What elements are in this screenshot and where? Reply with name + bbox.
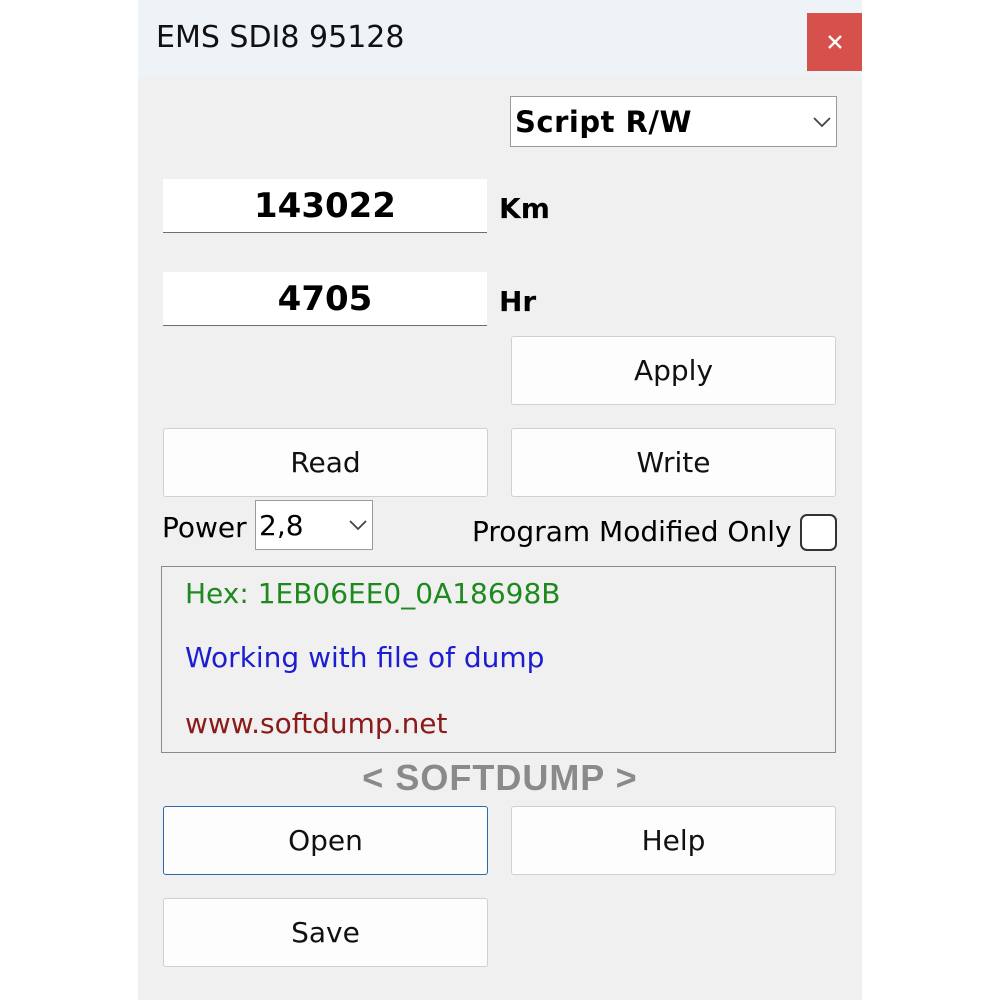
- close-button[interactable]: [807, 13, 862, 71]
- help-button[interactable]: Help: [511, 806, 836, 875]
- program-modified-only-checkbox[interactable]: [800, 514, 837, 551]
- brand-label: < SOFTDUMP >: [362, 757, 638, 798]
- power-label: Power: [162, 511, 247, 544]
- title-bar: EMS SDI8 95128: [138, 0, 862, 76]
- hr-field[interactable]: 4705: [163, 272, 487, 326]
- window-title: EMS SDI8 95128: [156, 20, 405, 55]
- power-select-value: 2,8: [259, 508, 304, 542]
- write-button[interactable]: Write: [511, 428, 836, 497]
- save-button[interactable]: Save: [163, 898, 488, 967]
- log-status-line: Working with file of dump: [185, 641, 545, 674]
- log-panel: Hex: 1EB06EE0_0A18698B Working with file…: [161, 566, 836, 753]
- km-unit-label: Km: [499, 192, 550, 225]
- log-website-line: www.softdump.net: [185, 707, 448, 740]
- km-field[interactable]: 143022: [163, 179, 487, 233]
- apply-button[interactable]: Apply: [511, 336, 836, 405]
- log-hex-line: Hex: 1EB06EE0_0A18698B: [185, 577, 561, 610]
- close-icon: [827, 35, 842, 49]
- program-modified-only-label: Program Modified Only: [472, 515, 792, 548]
- power-select[interactable]: 2,8: [255, 500, 373, 550]
- hr-unit-label: Hr: [499, 285, 537, 318]
- open-button[interactable]: Open: [163, 806, 488, 875]
- app-window: EMS SDI8 95128 Script R/W 143022 Km 4705…: [138, 0, 862, 1000]
- mode-select-value: Script R/W: [515, 104, 692, 139]
- read-button[interactable]: Read: [163, 428, 488, 497]
- chevron-down-icon: [344, 519, 372, 531]
- chevron-down-icon: [808, 116, 836, 128]
- mode-select[interactable]: Script R/W: [510, 96, 837, 147]
